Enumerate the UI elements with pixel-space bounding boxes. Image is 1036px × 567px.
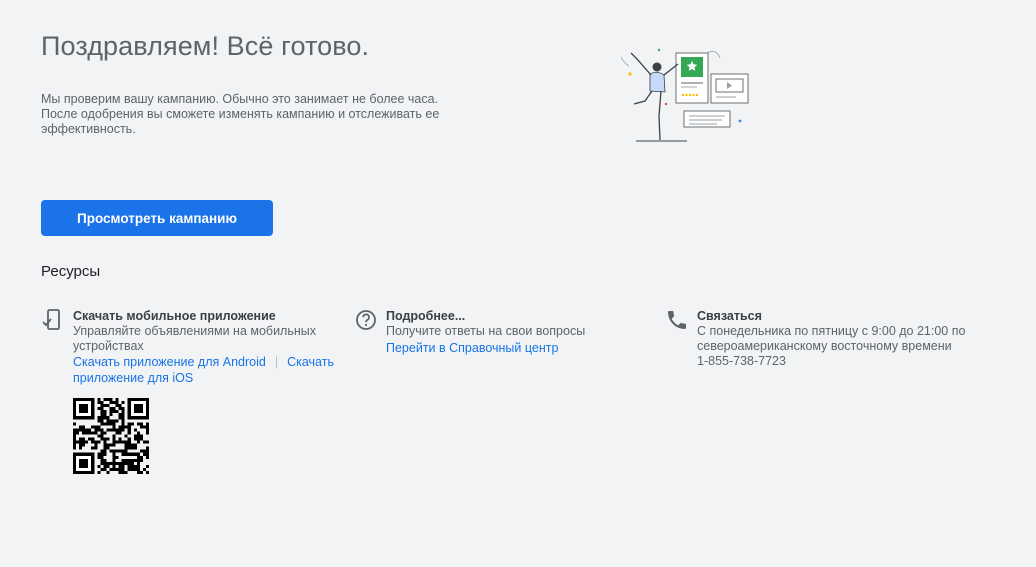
qr-code-icon	[73, 398, 149, 474]
mobile-app-text: Управляйте объявлениями на мобильных уст…	[73, 324, 316, 353]
resources-title: Ресурсы	[41, 263, 101, 280]
celebration-illustration	[620, 48, 749, 142]
learn-more-title: Подробнее...	[386, 309, 466, 323]
page-title: Поздравляем! Всё готово.	[41, 31, 370, 61]
mobile-phone-icon	[42, 309, 60, 330]
phone-icon	[668, 311, 686, 329]
description-after-approval: После одобрения вы сможете изменять камп…	[41, 107, 440, 136]
learn-more-text: Получите ответы на свои вопросы	[386, 324, 586, 338]
contact-phone: 1-855-738-7723	[697, 354, 786, 368]
help-circle-icon	[356, 310, 376, 330]
description-review: Мы проверим вашу кампанию. Обычно это за…	[41, 92, 439, 106]
mobile-app-title: Скачать мобильное приложение	[73, 309, 276, 323]
help-center-link[interactable]: Перейти в Справочный центр	[386, 341, 558, 355]
android-app-link[interactable]: Скачать приложение для Android	[73, 355, 266, 369]
link-separator: |	[274, 355, 279, 369]
contact-hours: С понедельника по пятницу с 9:00 до 21:0…	[697, 324, 966, 353]
page-description: Мы проверим вашу кампанию. Обычно это за…	[41, 92, 461, 137]
view-campaign-button[interactable]: Просмотреть кампанию	[41, 200, 273, 236]
contact-title: Связаться	[697, 309, 762, 323]
